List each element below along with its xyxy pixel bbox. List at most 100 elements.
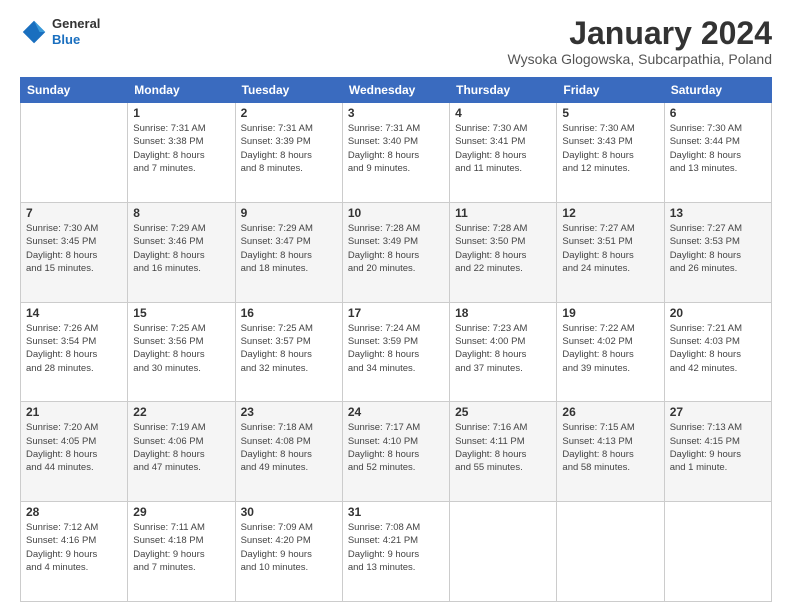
day-info: Sunrise: 7:30 AM Sunset: 3:44 PM Dayligh… <box>670 122 766 175</box>
day-info: Sunrise: 7:28 AM Sunset: 3:49 PM Dayligh… <box>348 222 444 275</box>
day-number: 6 <box>670 106 766 120</box>
calendar-cell: 22Sunrise: 7:19 AM Sunset: 4:06 PM Dayli… <box>128 402 235 502</box>
day-info: Sunrise: 7:11 AM Sunset: 4:18 PM Dayligh… <box>133 521 229 574</box>
day-number: 2 <box>241 106 337 120</box>
calendar-cell: 19Sunrise: 7:22 AM Sunset: 4:02 PM Dayli… <box>557 302 664 402</box>
day-info: Sunrise: 7:18 AM Sunset: 4:08 PM Dayligh… <box>241 421 337 474</box>
day-info: Sunrise: 7:20 AM Sunset: 4:05 PM Dayligh… <box>26 421 122 474</box>
weekday-header-thursday: Thursday <box>450 78 557 103</box>
week-row-5: 28 Sunrise: 7:12 AM Sunset: 4:16 PM Dayli… <box>21 502 772 602</box>
day-info: Sunrise: 7:28 AM Sunset: 3:50 PM Dayligh… <box>455 222 551 275</box>
day-info: Sunrise: 7:25 AM Sunset: 3:57 PM Dayligh… <box>241 322 337 375</box>
week-row-1: 1Sunrise: 7:31 AM Sunset: 3:38 PM Daylig… <box>21 103 772 203</box>
day-info: Sunrise: 7:27 AM Sunset: 3:53 PM Dayligh… <box>670 222 766 275</box>
week-row-2: 7Sunrise: 7:30 AM Sunset: 3:45 PM Daylig… <box>21 202 772 302</box>
calendar-cell: 23 Sunrise: 7:18 AM Sunset: 4:08 PM Dayli… <box>235 402 342 502</box>
calendar-cell: 6 Sunrise: 7:30 AM Sunset: 3:44 PM Daylig… <box>664 103 771 203</box>
calendar-cell: 1Sunrise: 7:31 AM Sunset: 3:38 PM Daylig… <box>128 103 235 203</box>
calendar-cell: 9 Sunrise: 7:29 AM Sunset: 3:47 PM Daylig… <box>235 202 342 302</box>
day-number: 14 <box>26 306 122 320</box>
day-info: Sunrise: 7:22 AM Sunset: 4:02 PM Dayligh… <box>562 322 658 375</box>
weekday-header-monday: Monday <box>128 78 235 103</box>
day-number: 15 <box>133 306 229 320</box>
calendar-cell: 28 Sunrise: 7:12 AM Sunset: 4:16 PM Dayli… <box>21 502 128 602</box>
calendar-cell: 20 Sunrise: 7:21 AM Sunset: 4:03 PM Dayli… <box>664 302 771 402</box>
day-number: 23 <box>241 405 337 419</box>
day-info: Sunrise: 7:30 AM Sunset: 3:43 PM Dayligh… <box>562 122 658 175</box>
weekday-header-friday: Friday <box>557 78 664 103</box>
calendar-cell: 14 Sunrise: 7:26 AM Sunset: 3:54 PM Dayli… <box>21 302 128 402</box>
month-year-title: January 2024 <box>508 16 772 51</box>
day-number: 31 <box>348 505 444 519</box>
day-number: 10 <box>348 206 444 220</box>
day-number: 18 <box>455 306 551 320</box>
calendar-cell: 13Sunrise: 7:27 AM Sunset: 3:53 PM Dayli… <box>664 202 771 302</box>
header: General Blue January 2024 Wysoka Glogows… <box>20 16 772 67</box>
day-info: Sunrise: 7:15 AM Sunset: 4:13 PM Dayligh… <box>562 421 658 474</box>
calendar-cell <box>450 502 557 602</box>
page: General Blue January 2024 Wysoka Glogows… <box>0 0 792 612</box>
day-info: Sunrise: 7:27 AM Sunset: 3:51 PM Dayligh… <box>562 222 658 275</box>
day-info: Sunrise: 7:29 AM Sunset: 3:46 PM Dayligh… <box>133 222 229 275</box>
day-info: Sunrise: 7:30 AM Sunset: 3:45 PM Dayligh… <box>26 222 122 275</box>
day-number: 21 <box>26 405 122 419</box>
day-number: 20 <box>670 306 766 320</box>
calendar-cell: 21 Sunrise: 7:20 AM Sunset: 4:05 PM Dayli… <box>21 402 128 502</box>
calendar-cell: 26 Sunrise: 7:15 AM Sunset: 4:13 PM Dayli… <box>557 402 664 502</box>
calendar-cell: 4 Sunrise: 7:30 AM Sunset: 3:41 PM Daylig… <box>450 103 557 203</box>
day-info: Sunrise: 7:08 AM Sunset: 4:21 PM Dayligh… <box>348 521 444 574</box>
calendar-cell: 17 Sunrise: 7:24 AM Sunset: 3:59 PM Dayli… <box>342 302 449 402</box>
day-number: 17 <box>348 306 444 320</box>
calendar-cell: 18 Sunrise: 7:23 AM Sunset: 4:00 PM Dayli… <box>450 302 557 402</box>
location-subtitle: Wysoka Glogowska, Subcarpathia, Poland <box>508 51 772 67</box>
day-info: Sunrise: 7:21 AM Sunset: 4:03 PM Dayligh… <box>670 322 766 375</box>
calendar-cell: 15Sunrise: 7:25 AM Sunset: 3:56 PM Dayli… <box>128 302 235 402</box>
day-number: 30 <box>241 505 337 519</box>
day-number: 3 <box>348 106 444 120</box>
day-info: Sunrise: 7:17 AM Sunset: 4:10 PM Dayligh… <box>348 421 444 474</box>
day-number: 1 <box>133 106 229 120</box>
day-number: 8 <box>133 206 229 220</box>
day-info: Sunrise: 7:09 AM Sunset: 4:20 PM Dayligh… <box>241 521 337 574</box>
day-info: Sunrise: 7:12 AM Sunset: 4:16 PM Dayligh… <box>26 521 122 574</box>
day-number: 29 <box>133 505 229 519</box>
day-info: Sunrise: 7:13 AM Sunset: 4:15 PM Dayligh… <box>670 421 766 474</box>
calendar-cell: 5Sunrise: 7:30 AM Sunset: 3:43 PM Daylig… <box>557 103 664 203</box>
day-info: Sunrise: 7:30 AM Sunset: 3:41 PM Dayligh… <box>455 122 551 175</box>
weekday-header-tuesday: Tuesday <box>235 78 342 103</box>
day-number: 11 <box>455 206 551 220</box>
logo-blue-text: Blue <box>52 32 100 48</box>
day-info: Sunrise: 7:24 AM Sunset: 3:59 PM Dayligh… <box>348 322 444 375</box>
calendar-cell: 27Sunrise: 7:13 AM Sunset: 4:15 PM Dayli… <box>664 402 771 502</box>
calendar-cell: 11 Sunrise: 7:28 AM Sunset: 3:50 PM Dayli… <box>450 202 557 302</box>
day-number: 4 <box>455 106 551 120</box>
day-number: 16 <box>241 306 337 320</box>
day-info: Sunrise: 7:23 AM Sunset: 4:00 PM Dayligh… <box>455 322 551 375</box>
calendar-cell <box>664 502 771 602</box>
calendar-cell: 7Sunrise: 7:30 AM Sunset: 3:45 PM Daylig… <box>21 202 128 302</box>
day-info: Sunrise: 7:26 AM Sunset: 3:54 PM Dayligh… <box>26 322 122 375</box>
weekday-header-wednesday: Wednesday <box>342 78 449 103</box>
weekday-header-saturday: Saturday <box>664 78 771 103</box>
day-info: Sunrise: 7:29 AM Sunset: 3:47 PM Dayligh… <box>241 222 337 275</box>
day-number: 25 <box>455 405 551 419</box>
day-number: 26 <box>562 405 658 419</box>
logo-text: General Blue <box>52 16 100 47</box>
calendar-cell: 31 Sunrise: 7:08 AM Sunset: 4:21 PM Dayli… <box>342 502 449 602</box>
calendar-table: SundayMondayTuesdayWednesdayThursdayFrid… <box>20 77 772 602</box>
day-number: 28 <box>26 505 122 519</box>
day-number: 9 <box>241 206 337 220</box>
calendar-cell <box>21 103 128 203</box>
day-info: Sunrise: 7:16 AM Sunset: 4:11 PM Dayligh… <box>455 421 551 474</box>
day-info: Sunrise: 7:31 AM Sunset: 3:39 PM Dayligh… <box>241 122 337 175</box>
calendar-cell: 8 Sunrise: 7:29 AM Sunset: 3:46 PM Daylig… <box>128 202 235 302</box>
week-row-3: 14 Sunrise: 7:26 AM Sunset: 3:54 PM Dayli… <box>21 302 772 402</box>
logo-general-text: General <box>52 16 100 32</box>
logo-icon <box>20 18 48 46</box>
day-number: 22 <box>133 405 229 419</box>
calendar-cell: 25 Sunrise: 7:16 AM Sunset: 4:11 PM Dayli… <box>450 402 557 502</box>
logo: General Blue <box>20 16 100 47</box>
title-block: January 2024 Wysoka Glogowska, Subcarpat… <box>508 16 772 67</box>
calendar-cell: 30 Sunrise: 7:09 AM Sunset: 4:20 PM Dayli… <box>235 502 342 602</box>
calendar-cell: 10 Sunrise: 7:28 AM Sunset: 3:49 PM Dayli… <box>342 202 449 302</box>
